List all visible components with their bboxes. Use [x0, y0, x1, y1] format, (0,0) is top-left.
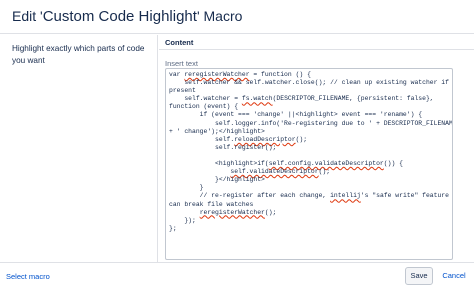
- code-line: });: [169, 216, 452, 225]
- code-token: if (event === 'change' ||<highlight> eve…: [169, 111, 423, 119]
- macro-editor-dialog: Edit 'Custom Code Highlight' Macro Highl…: [0, 0, 474, 290]
- misspelled-token: reloadDescriptor: [234, 135, 296, 143]
- code-line: };: [169, 224, 452, 233]
- code-line: function (event) {: [169, 103, 452, 111]
- code-line: <highlight>if(self.config.validateDescri…: [169, 160, 452, 168]
- code-line: if (event === 'change' ||<highlight> eve…: [169, 111, 452, 119]
- code-token: self.logger.info('Re-registering due to …: [169, 119, 453, 127]
- code-token: ()) {: [383, 160, 403, 168]
- save-button[interactable]: Save: [405, 267, 433, 285]
- code-token: = function () {: [249, 71, 311, 78]
- code-line: can break file watches: [169, 200, 452, 209]
- code-token: (DESCRIPTOR_FILENAME, {persistent: false…: [272, 95, 434, 103]
- insert-text-textarea[interactable]: var reregisterWatcher = function () { se…: [165, 68, 453, 260]
- content-section-title: Content: [165, 38, 194, 47]
- misspelled-token: self.validateDescriptor: [230, 168, 319, 176]
- code-token: can break file watches: [169, 200, 254, 208]
- dialog-footer: Select macro Save Cancel: [0, 262, 474, 290]
- insert-text-label: Insert text: [165, 59, 198, 68]
- misspelled-token: fs.watch: [241, 95, 273, 103]
- code-line: present: [169, 87, 452, 95]
- code-line: // re-register after each change, intell…: [169, 192, 452, 200]
- dialog-title: Edit 'Custom Code Highlight' Macro: [12, 8, 242, 25]
- code-line: var reregisterWatcher = function () {: [169, 71, 452, 79]
- code-line: self.validateDescriptor();: [169, 168, 452, 176]
- misspelled-token: intellij: [330, 192, 361, 200]
- code-line: reregisterWatcher();: [169, 208, 452, 217]
- misspelled-token: reregisterWatcher: [184, 71, 250, 78]
- misspelled-token: reregisterWatcher: [199, 208, 265, 216]
- dialog-header: Edit 'Custom Code Highlight' Macro: [0, 0, 474, 34]
- code-token: var: [169, 71, 185, 78]
- code-content: var reregisterWatcher = function () { se…: [169, 71, 453, 233]
- code-token: ();: [264, 208, 277, 216]
- code-token: }</highlight>: [169, 176, 265, 184]
- code-token: self.watcher && self.watcher.close(); //…: [169, 79, 449, 87]
- cancel-button[interactable]: Cancel: [438, 267, 470, 285]
- code-token: });: [169, 216, 196, 224]
- macro-name: Custom Code Highlight: [42, 8, 197, 25]
- code-token: };: [169, 224, 177, 232]
- code-line: self.watcher && self.watcher.close(); //…: [169, 79, 452, 87]
- code-line: }</highlight>: [169, 176, 452, 184]
- code-token: 's "safe write" feature: [360, 192, 449, 200]
- macro-description-pane: Highlight exactly which parts of code yo…: [0, 35, 158, 262]
- code-token: }: [169, 184, 204, 192]
- code-token: self.watcher =: [169, 95, 242, 103]
- code-line: + ' change');</highlight>: [169, 127, 452, 136]
- code-token: // re-register after each change,: [169, 192, 331, 200]
- code-line: self.register();: [169, 143, 452, 152]
- misspelled-token: self.config.validateDescriptor: [268, 160, 384, 168]
- macro-parameters-pane: Content Insert text var reregisterWatche…: [159, 35, 474, 262]
- code-line: }: [169, 184, 452, 192]
- code-token: self.register();: [169, 143, 277, 151]
- select-macro-link[interactable]: Select macro: [6, 272, 50, 281]
- title-suffix: ' Macro: [196, 8, 243, 24]
- code-token: function (event) {: [169, 103, 239, 111]
- code-token: + ' change');</highlight>: [169, 127, 265, 135]
- code-token: <highlight>if(: [169, 160, 269, 168]
- code-token: self.: [169, 135, 235, 143]
- content-section-header: Content: [159, 35, 474, 50]
- code-token: present: [169, 87, 196, 95]
- code-line: self.reloadDescriptor();: [169, 135, 452, 144]
- title-prefix: Edit ': [12, 8, 43, 24]
- code-line: self.watcher = fs.watch(DESCRIPTOR_FILEN…: [169, 95, 452, 103]
- code-token: ();: [295, 135, 308, 143]
- code-line: self.logger.info('Re-registering due to …: [169, 119, 453, 128]
- code-token: ();: [318, 168, 331, 176]
- macro-description: Highlight exactly which parts of code yo…: [12, 44, 145, 65]
